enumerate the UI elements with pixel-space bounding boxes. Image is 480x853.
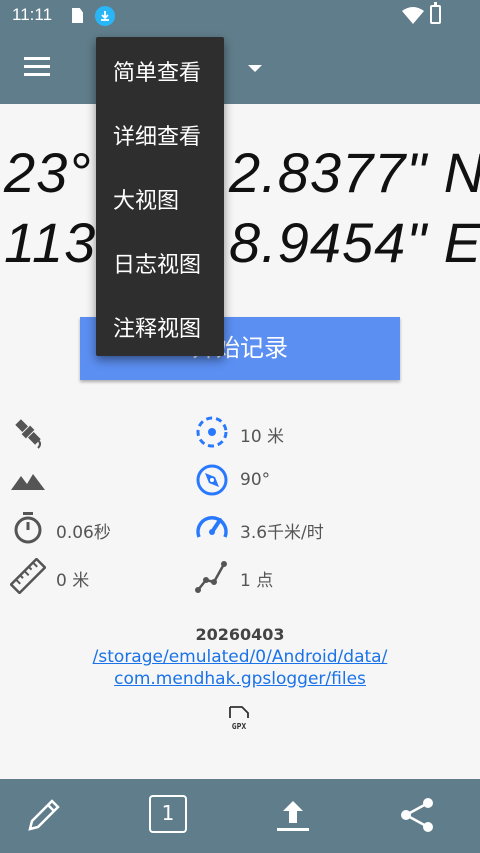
duration-value: 0.06秒 — [56, 523, 111, 543]
battery-icon — [430, 2, 441, 24]
app-toolbar — [0, 32, 480, 104]
gpx-format-label: GPX — [232, 722, 247, 731]
speedometer-icon — [196, 516, 228, 538]
mountain-icon — [11, 474, 45, 490]
status-bar: 11:11 — [0, 0, 480, 32]
speed-value: 3.6千米/时 — [240, 523, 324, 543]
accuracy-value: 10 米 — [240, 427, 285, 447]
points-value: 1 点 — [240, 571, 274, 591]
direction-value: 90° — [240, 470, 271, 490]
sim-card-icon — [72, 8, 83, 23]
log-date: 20260403 — [195, 625, 285, 644]
stopwatch-icon — [14, 512, 42, 544]
edit-pencil-icon[interactable] — [24, 795, 64, 835]
view-mode-menu: 简单查看 详细查看 大视图 日志视图 注释视图 — [96, 37, 224, 356]
wifi-icon — [402, 7, 424, 24]
log-path-line-1[interactable]: /storage/emulated/0/Android/data/ — [0, 647, 480, 667]
menu-item-simple-view[interactable]: 简单查看 — [113, 55, 201, 87]
menu-item-detailed-view[interactable]: 详细查看 — [113, 119, 201, 151]
menu-item-annotation-view[interactable]: 注释视图 — [113, 311, 201, 343]
latitude-degrees: 23° — [4, 141, 92, 204]
log-path-line-2[interactable]: com.mendhak.gpslogger/files — [0, 669, 480, 689]
menu-item-log-view[interactable]: 日志视图 — [113, 247, 201, 279]
compass-icon — [196, 464, 228, 496]
download-icon — [95, 6, 115, 26]
annotation-count-button[interactable]: 1 — [149, 795, 187, 833]
menu-item-big-view[interactable]: 大视图 — [113, 183, 179, 215]
track-points-icon — [195, 561, 227, 593]
latitude-seconds: 2.8377" N — [229, 141, 480, 204]
accuracy-icon — [196, 416, 228, 448]
upload-icon[interactable] — [273, 795, 313, 835]
gpx-file-icon: GPX — [229, 706, 249, 731]
view-dropdown-arrow-icon[interactable] — [248, 65, 262, 72]
longitude-seconds: 8.9454" E — [229, 211, 480, 274]
status-time: 11:11 — [12, 5, 53, 24]
satellite-icon — [15, 419, 41, 449]
share-icon[interactable] — [398, 795, 438, 835]
distance-value: 0 米 — [56, 571, 90, 591]
ruler-icon — [10, 558, 46, 594]
menu-icon[interactable] — [24, 57, 50, 77]
bottom-action-bar: 1 — [0, 779, 480, 853]
longitude-degrees: 113 — [4, 211, 97, 274]
